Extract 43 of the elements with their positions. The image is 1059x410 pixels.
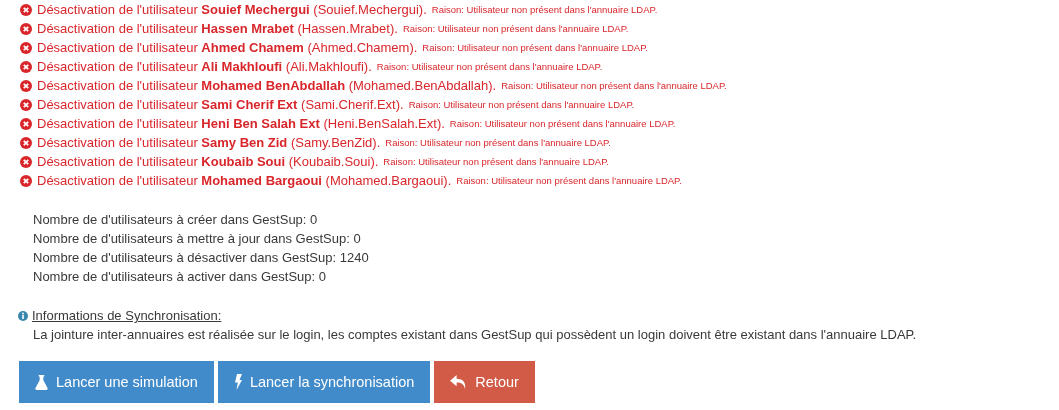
reason-text: Raison: Utilisateur non présent dans l'annuaire LDAP. bbox=[402, 23, 629, 34]
message-text: Désactivation de l'utilisateur Heni Ben Salah Ext (Heni.BenSalah.Ext). bbox=[37, 116, 445, 131]
error-icon bbox=[20, 155, 32, 168]
reason-text: Raison: Utilisateur non présent dans l'annuaire LDAP. bbox=[383, 156, 609, 167]
info-icon bbox=[18, 310, 28, 321]
error-icon bbox=[20, 3, 32, 16]
message-text: Désactivation de l'utilisateur Hassen Mrabet (Hassen.Mrabet). bbox=[37, 21, 398, 36]
reason-text: Raison: Utilisateur non présent dans l'annuaire LDAP. bbox=[422, 42, 648, 53]
error-icon bbox=[20, 22, 32, 35]
message-text: Désactivation de l'utilisateur Mohamed BenAbdallah (Mohamed.BenAbdallah). bbox=[37, 78, 497, 93]
reason-text: Raison: Utilisateur non présent dans l'annuaire LDAP. bbox=[501, 80, 727, 91]
flask-icon bbox=[35, 374, 48, 390]
sync-button[interactable]: Lancer la synchronisation bbox=[217, 361, 431, 403]
lightning-icon bbox=[233, 374, 242, 390]
message-text: Désactivation de l'utilisateur Sami Cherif Ext (Sami.Cherif.Ext). bbox=[37, 97, 404, 112]
count-text: Nombre de d'utilisateurs à activer dans GestSup: 0 bbox=[33, 268, 327, 286]
error-icon bbox=[20, 79, 32, 92]
message-text: Désactivation de l'utilisateur Koubaib Soui (Koubaib.Soui). bbox=[37, 154, 379, 169]
reason-text: Raison: Utilisateur non présent dans l'annuaire LDAP. bbox=[449, 118, 676, 129]
info-title: Informations de Synchronisation: bbox=[32, 308, 222, 323]
count-text: Nombre de d'utilisateurs à désactiver dans GestSup: 1240 bbox=[33, 249, 370, 267]
reason-text: Raison: Utilisateur non présent dans l'annuaire LDAP. bbox=[408, 99, 635, 110]
message-text: Désactivation de l'utilisateur Ali Makhloufi (Ali.Makhloufi). bbox=[37, 59, 372, 74]
count-text: Nombre de d'utilisateurs à mettre à jour dans GestSup: 0 bbox=[33, 230, 362, 248]
error-icon bbox=[20, 60, 32, 73]
error-icon bbox=[20, 98, 32, 111]
simulate-button[interactable]: Lancer une simulation bbox=[19, 361, 214, 403]
error-icon bbox=[20, 136, 32, 149]
count-text: Nombre de d'utilisateurs à créer dans GestSup: 0 bbox=[33, 211, 319, 229]
reason-text: Raison: Utilisateur non présent dans l'annuaire LDAP. bbox=[456, 175, 682, 186]
error-icon bbox=[20, 117, 32, 130]
message-text: Désactivation de l'utilisateur Ahmed Chamem (Ahmed.Chamem). bbox=[37, 40, 418, 55]
message-text: Désactivation de l'utilisateur Mohamed Bargaoui (Mohamed.Bargaoui). bbox=[37, 173, 452, 188]
message-text: Désactivation de l'utilisateur Souief Mechergui (Souief.Mechergui). bbox=[37, 2, 427, 17]
reason-text: Raison: Utilisateur non présent dans l'annuaire LDAP. bbox=[385, 137, 611, 148]
back-button[interactable]: Retour bbox=[434, 361, 535, 403]
info-text: La jointure inter-annuaires est réalisée sur le login, les comptes existant dans GestSup qui possèdent un login doivent être existant dans l'annuaire LDAP. bbox=[32, 327, 918, 342]
reply-arrow-icon bbox=[450, 374, 468, 390]
error-icon bbox=[20, 41, 32, 54]
reason-text: Raison: Utilisateur non présent dans l'annuaire LDAP. bbox=[431, 4, 658, 15]
reason-text: Raison: Utilisateur non présent dans l'annuaire LDAP. bbox=[376, 61, 603, 72]
message-text: Désactivation de l'utilisateur Samy Ben Zid (Samy.BenZid). bbox=[37, 135, 381, 150]
error-icon bbox=[20, 174, 32, 187]
